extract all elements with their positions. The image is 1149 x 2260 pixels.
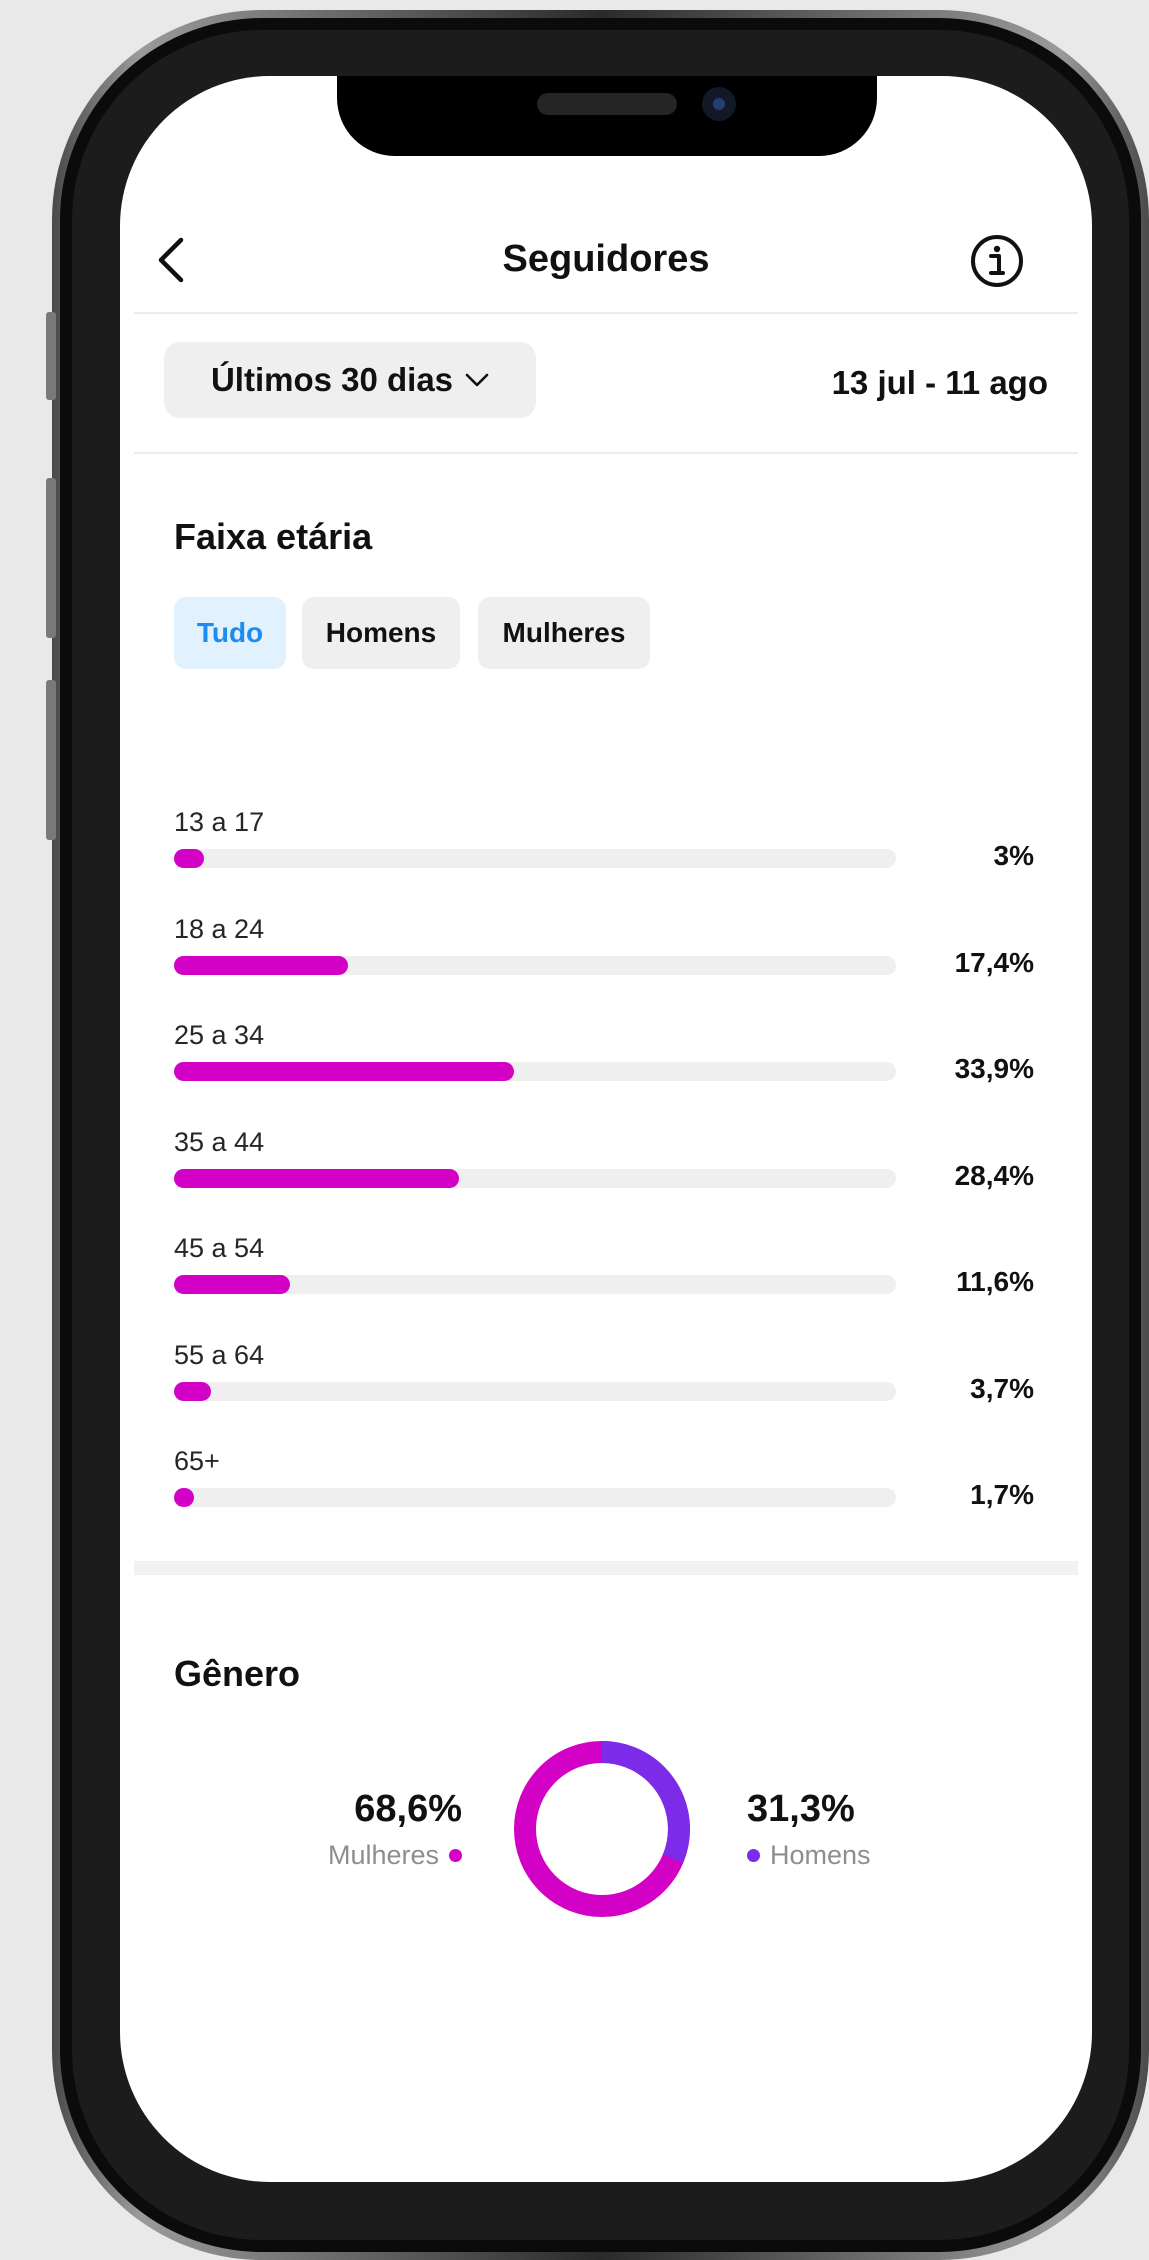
men-legend: Homens: [747, 1840, 871, 1871]
men-label: Homens: [770, 1840, 871, 1870]
men-percentage: 31,3%: [747, 1788, 855, 1830]
gender-section-title: Gênero: [174, 1653, 301, 1694]
info-circle-icon[interactable]: [970, 234, 1024, 288]
bar-track: [174, 1488, 896, 1507]
bar-fill: [174, 1275, 291, 1294]
bar-fill: [174, 955, 349, 975]
bar-track: [174, 1275, 896, 1294]
age-percentage: 28,4%: [954, 1159, 1034, 1191]
women-legend: Mulheres: [328, 1840, 462, 1871]
age-range-label: 35 a 44: [174, 1126, 265, 1157]
section-divider: [134, 1561, 1078, 1575]
age-row: 25 a 34 33,9%: [174, 1020, 1034, 1126]
age-section-title: Faixa etária: [174, 516, 373, 557]
bar-fill: [174, 1168, 459, 1188]
age-percentage: 3,7%: [970, 1372, 1034, 1404]
age-range-label: 25 a 34: [174, 1020, 265, 1050]
speaker-grille: [537, 93, 677, 115]
age-range-label: 18 a 24: [174, 913, 265, 944]
front-camera: [702, 87, 736, 121]
bar-track: [174, 1381, 896, 1401]
age-percentage: 1,7%: [970, 1479, 1034, 1510]
filter-divider: [134, 452, 1078, 454]
age-range-label: 45 a 54: [174, 1233, 265, 1263]
chevron-down-icon: [465, 373, 489, 387]
age-percentage: 17,4%: [954, 946, 1034, 978]
age-percentage: 11,6%: [956, 1266, 1034, 1297]
bar-fill: [174, 849, 205, 868]
bar-fill: [174, 1381, 212, 1401]
age-percentage: 33,9%: [954, 1053, 1034, 1084]
age-range-label: 65+: [174, 1446, 220, 1476]
age-row: 45 a 54 11,6%: [174, 1233, 1034, 1339]
tab-all[interactable]: Tudo: [174, 597, 286, 669]
age-range-label: 13 a 17: [174, 807, 265, 837]
date-range: 13 jul - 11 ago: [831, 364, 1048, 401]
age-range-label: 55 a 64: [174, 1339, 265, 1370]
bar-track: [174, 1062, 896, 1081]
women-label: Mulheres: [327, 1840, 439, 1870]
volume-down-button: [46, 680, 56, 840]
gender-donut-chart: [514, 1741, 690, 1917]
bar-track: [174, 1168, 896, 1188]
tab-men[interactable]: Homens: [302, 597, 460, 669]
age-percentage: 3%: [993, 840, 1034, 871]
period-label: Últimos 30 dias: [210, 361, 454, 398]
women-legend-dot: [449, 1849, 462, 1862]
women-percentage: 68,6%: [354, 1788, 462, 1830]
page-title: Seguidores: [502, 238, 710, 280]
age-row: 55 a 64 3,7%: [174, 1340, 1034, 1446]
bar-fill: [174, 1062, 514, 1081]
bar-track: [174, 849, 896, 868]
age-row: 65+ 1,7%: [174, 1446, 1034, 1552]
volume-up-button: [46, 478, 56, 638]
bar-fill: [174, 1488, 194, 1507]
period-dropdown[interactable]: Últimos 30 dias: [164, 342, 536, 418]
tab-women[interactable]: Mulheres: [478, 597, 650, 669]
header-divider: [134, 312, 1078, 314]
bar-track: [174, 955, 896, 975]
notch: [337, 76, 877, 156]
men-legend-dot: [747, 1849, 760, 1862]
phone-screen: Seguidores Últimos 30 dias 13 jul - 11 a…: [120, 76, 1092, 2182]
age-row: 18 a 24 17,4%: [174, 914, 1034, 1020]
mute-switch: [46, 312, 56, 400]
age-row: 13 a 17 3%: [174, 807, 1034, 913]
age-row: 35 a 44 28,4%: [174, 1127, 1034, 1233]
